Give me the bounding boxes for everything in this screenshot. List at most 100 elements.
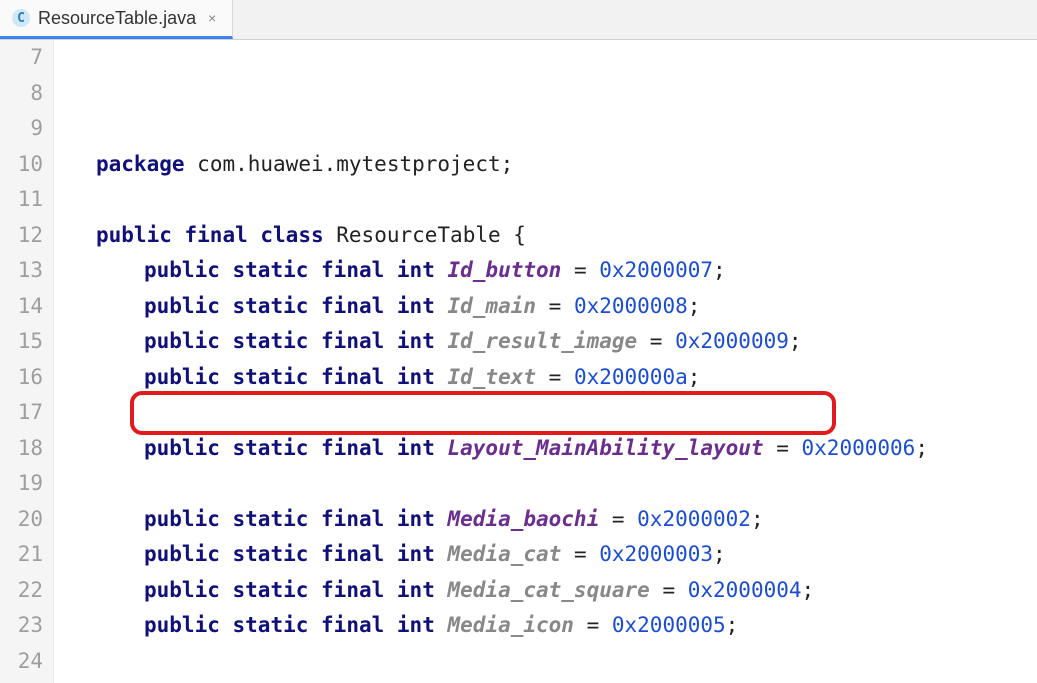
line-number: 19 (0, 466, 43, 502)
equals-op: = (561, 542, 599, 566)
field-declaration: public static final int Id_main = 0x2000… (54, 289, 1037, 325)
semicolon: ; (915, 436, 928, 460)
semicolon: ; (726, 613, 739, 637)
keyword-final: final (321, 507, 384, 531)
keyword-final: final (321, 329, 384, 353)
keyword-public: public (144, 507, 220, 531)
keyword-final: final (321, 613, 384, 637)
keyword-int: int (397, 258, 435, 282)
keyword-public: public (144, 258, 220, 282)
code-editor[interactable]: 789101112131415161718192021222324 packag… (0, 40, 1037, 683)
field-declaration: public static final int Media_baochi = 0… (54, 502, 1037, 538)
line-number: 11 (0, 182, 43, 218)
field-name: Id_text (448, 365, 537, 389)
hex-literal: 0x2000007 (599, 258, 713, 282)
keyword-public: public (144, 365, 220, 389)
equals-op: = (650, 578, 688, 602)
semicolon: ; (751, 507, 764, 531)
keyword-int: int (397, 507, 435, 531)
line-number: 23 (0, 608, 43, 644)
hex-literal: 0x2000009 (675, 329, 789, 353)
field-name: Media_cat (448, 542, 562, 566)
tab-filename: ResourceTable.java (38, 8, 196, 29)
keyword-final: final (321, 436, 384, 460)
equals-op: = (764, 436, 802, 460)
line-number: 13 (0, 253, 43, 289)
tab-bar: C ResourceTable.java × (0, 0, 1037, 40)
field-name: Layout_MainAbility_layout (448, 436, 764, 460)
close-icon[interactable]: × (204, 8, 220, 28)
keyword-public: public (144, 329, 220, 353)
keyword-class: class (260, 223, 323, 247)
package-statement: package com.huawei.mytestproject; (54, 147, 1037, 183)
field-declaration: public static final int Id_result_image … (54, 324, 1037, 360)
package-name: com.huawei.mytestproject (197, 152, 500, 176)
keyword-static: static (233, 578, 309, 602)
keyword-final: final (321, 365, 384, 389)
keyword-final: final (321, 578, 384, 602)
line-number: 8 (0, 76, 43, 112)
line-number: 22 (0, 573, 43, 609)
blank-line (54, 182, 1037, 218)
hex-literal: 0x200000a (574, 365, 688, 389)
field-declaration: public static final int Media_cat_square… (54, 573, 1037, 609)
keyword-package: package (96, 152, 185, 176)
equals-op: = (561, 258, 599, 282)
line-number: 9 (0, 111, 43, 147)
keyword-int: int (397, 613, 435, 637)
semicolon: ; (713, 258, 726, 282)
class-declaration: public final class ResourceTable { (54, 218, 1037, 254)
field-name: Id_main (448, 294, 537, 318)
keyword-final: final (321, 542, 384, 566)
hex-literal: 0x2000003 (599, 542, 713, 566)
equals-op: = (536, 294, 574, 318)
line-number: 12 (0, 218, 43, 254)
semicolon: ; (713, 542, 726, 566)
keyword-static: static (233, 365, 309, 389)
keyword-static: static (233, 329, 309, 353)
semicolon: ; (789, 329, 802, 353)
equals-op: = (574, 613, 612, 637)
keyword-static: static (233, 613, 309, 637)
keyword-static: static (233, 294, 309, 318)
keyword-static: static (233, 258, 309, 282)
line-number: 15 (0, 324, 43, 360)
semicolon: ; (688, 294, 701, 318)
line-number: 18 (0, 431, 43, 467)
class-name: ResourceTable (336, 223, 500, 247)
field-name: Media_icon (448, 613, 574, 637)
semicolon: ; (688, 365, 701, 389)
line-number: 20 (0, 502, 43, 538)
open-brace: { (513, 223, 526, 247)
keyword-int: int (397, 365, 435, 389)
field-name: Media_cat_square (448, 578, 650, 602)
line-number: 17 (0, 395, 43, 431)
line-number: 10 (0, 147, 43, 183)
keyword-public: public (144, 436, 220, 460)
code-area[interactable]: package com.huawei.mytestproject;public … (54, 40, 1037, 683)
equals-op: = (637, 329, 675, 353)
keyword-int: int (397, 542, 435, 566)
hex-literal: 0x2000008 (574, 294, 688, 318)
hex-literal: 0x2000004 (688, 578, 802, 602)
keyword-static: static (233, 436, 309, 460)
hex-literal: 0x2000006 (802, 436, 916, 460)
blank-line (54, 466, 1037, 502)
field-declaration: public static final int Media_icon = 0x2… (54, 608, 1037, 644)
keyword-final: final (185, 223, 248, 247)
java-class-icon: C (12, 9, 30, 27)
keyword-int: int (397, 578, 435, 602)
keyword-static: static (233, 507, 309, 531)
keyword-int: int (397, 329, 435, 353)
keyword-public: public (144, 578, 220, 602)
tab-resource-table[interactable]: C ResourceTable.java × (0, 0, 233, 39)
keyword-int: int (397, 436, 435, 460)
keyword-final: final (321, 294, 384, 318)
field-declaration: public static final int Id_button = 0x20… (54, 253, 1037, 289)
keyword-public: public (144, 542, 220, 566)
keyword-static: static (233, 542, 309, 566)
field-declaration: public static final int Layout_MainAbili… (54, 431, 1037, 467)
keyword-final: final (321, 258, 384, 282)
line-number: 14 (0, 289, 43, 325)
field-declaration: public static final int Media_cat = 0x20… (54, 537, 1037, 573)
